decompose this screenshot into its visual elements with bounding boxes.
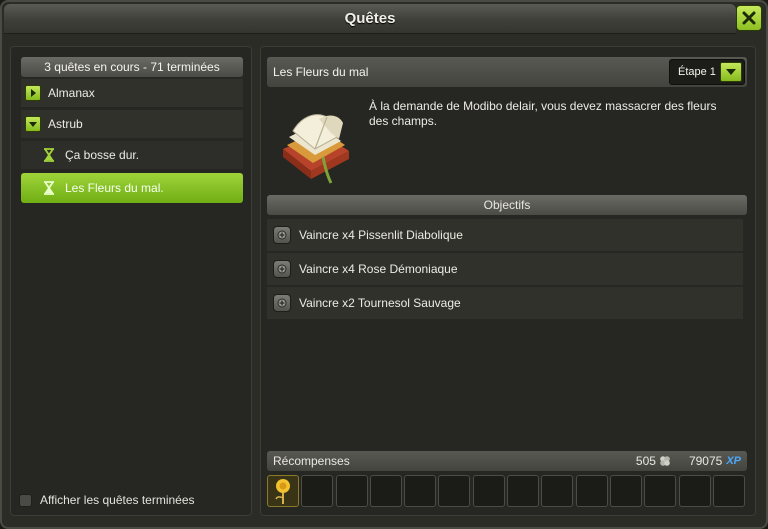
show-finished-toggle[interactable]: Afficher les quêtes terminées bbox=[19, 493, 195, 507]
reward-slot-empty[interactable] bbox=[472, 475, 505, 507]
reward-slot-empty[interactable] bbox=[575, 475, 608, 507]
close-button[interactable] bbox=[736, 5, 762, 31]
show-finished-label: Afficher les quêtes terminées bbox=[40, 493, 195, 507]
expand-arrow-icon[interactable] bbox=[25, 85, 41, 101]
close-icon bbox=[742, 11, 756, 25]
reward-slot-empty[interactable] bbox=[335, 475, 368, 507]
xp-unit: XP bbox=[726, 455, 741, 467]
step-dropdown[interactable]: Étape 1 bbox=[669, 59, 745, 85]
quest-detail-panel: Les Fleurs du mal Étape 1 À la demande d… bbox=[260, 46, 756, 516]
quest-book-icon bbox=[283, 114, 349, 184]
reward-slot-empty[interactable] bbox=[644, 475, 677, 507]
title-bar: Quêtes bbox=[4, 4, 736, 34]
reward-slot-empty[interactable] bbox=[712, 475, 745, 507]
quest-item-ca-bosse-dur[interactable]: Ça bosse dur. bbox=[21, 141, 243, 169]
objective-label: Vaincre x4 Rose Démoniaque bbox=[299, 262, 458, 276]
objective-status-icon bbox=[273, 260, 291, 278]
objective-status-icon bbox=[273, 226, 291, 244]
quest-list-panel: 3 quêtes en cours - 71 terminées Almanax… bbox=[10, 46, 252, 516]
reward-slot-empty[interactable] bbox=[438, 475, 471, 507]
objective-item[interactable]: Vaincre x4 Pissenlit Diabolique bbox=[267, 219, 743, 251]
quest-summary: 3 quêtes en cours - 71 terminées bbox=[21, 57, 243, 77]
category-label: Astrub bbox=[48, 117, 83, 131]
objectives-header: Objectifs bbox=[267, 195, 747, 215]
rewards-label: Récompenses bbox=[273, 454, 350, 468]
kamas-value: 505 bbox=[635, 454, 656, 468]
quest-header: Les Fleurs du mal Étape 1 bbox=[267, 57, 747, 87]
category-label: Almanax bbox=[48, 86, 95, 100]
objective-status-icon bbox=[273, 294, 291, 312]
objective-item[interactable]: Vaincre x4 Rose Démoniaque bbox=[267, 253, 743, 285]
reward-slot-empty[interactable] bbox=[404, 475, 437, 507]
hourglass-icon bbox=[44, 181, 54, 195]
reward-slot-item[interactable] bbox=[267, 475, 299, 507]
quest-title: Les Fleurs du mal bbox=[273, 65, 369, 79]
flower-item-icon bbox=[275, 479, 290, 504]
show-finished-checkbox[interactable] bbox=[19, 493, 32, 507]
reward-slots bbox=[267, 475, 747, 507]
reward-slot-empty[interactable] bbox=[541, 475, 574, 507]
reward-slot-empty[interactable] bbox=[301, 475, 334, 507]
reward-slot-empty[interactable] bbox=[678, 475, 711, 507]
collapse-arrow-icon[interactable] bbox=[25, 116, 41, 132]
quest-item-label: Les Fleurs du mal. bbox=[65, 181, 164, 195]
window-title: Quêtes bbox=[344, 10, 396, 27]
objective-label: Vaincre x4 Pissenlit Diabolique bbox=[299, 228, 463, 242]
reward-slot-empty[interactable] bbox=[609, 475, 642, 507]
quest-item-label: Ça bosse dur. bbox=[65, 148, 140, 162]
objective-item[interactable]: Vaincre x2 Tournesol Sauvage bbox=[267, 287, 743, 319]
reward-slot-empty[interactable] bbox=[507, 475, 540, 507]
objective-label: Vaincre x2 Tournesol Sauvage bbox=[299, 296, 461, 310]
quest-description: À la demande de Modibo delair, vous deve… bbox=[369, 99, 717, 128]
rewards-values: 505 79075 XP bbox=[636, 451, 741, 471]
reward-slot-empty[interactable] bbox=[369, 475, 402, 507]
hourglass-icon bbox=[44, 148, 54, 162]
quest-item-les-fleurs-du-mal[interactable]: Les Fleurs du mal. bbox=[21, 173, 243, 203]
step-label: Étape 1 bbox=[678, 66, 716, 78]
rewards-bar: Récompenses 505 79075 XP bbox=[267, 451, 747, 471]
chevron-down-icon[interactable] bbox=[720, 62, 742, 82]
kamas-icon bbox=[660, 456, 670, 466]
category-almanax[interactable]: Almanax bbox=[21, 79, 243, 107]
category-astrub[interactable]: Astrub bbox=[21, 110, 243, 138]
xp-value: 79075 bbox=[688, 454, 723, 468]
